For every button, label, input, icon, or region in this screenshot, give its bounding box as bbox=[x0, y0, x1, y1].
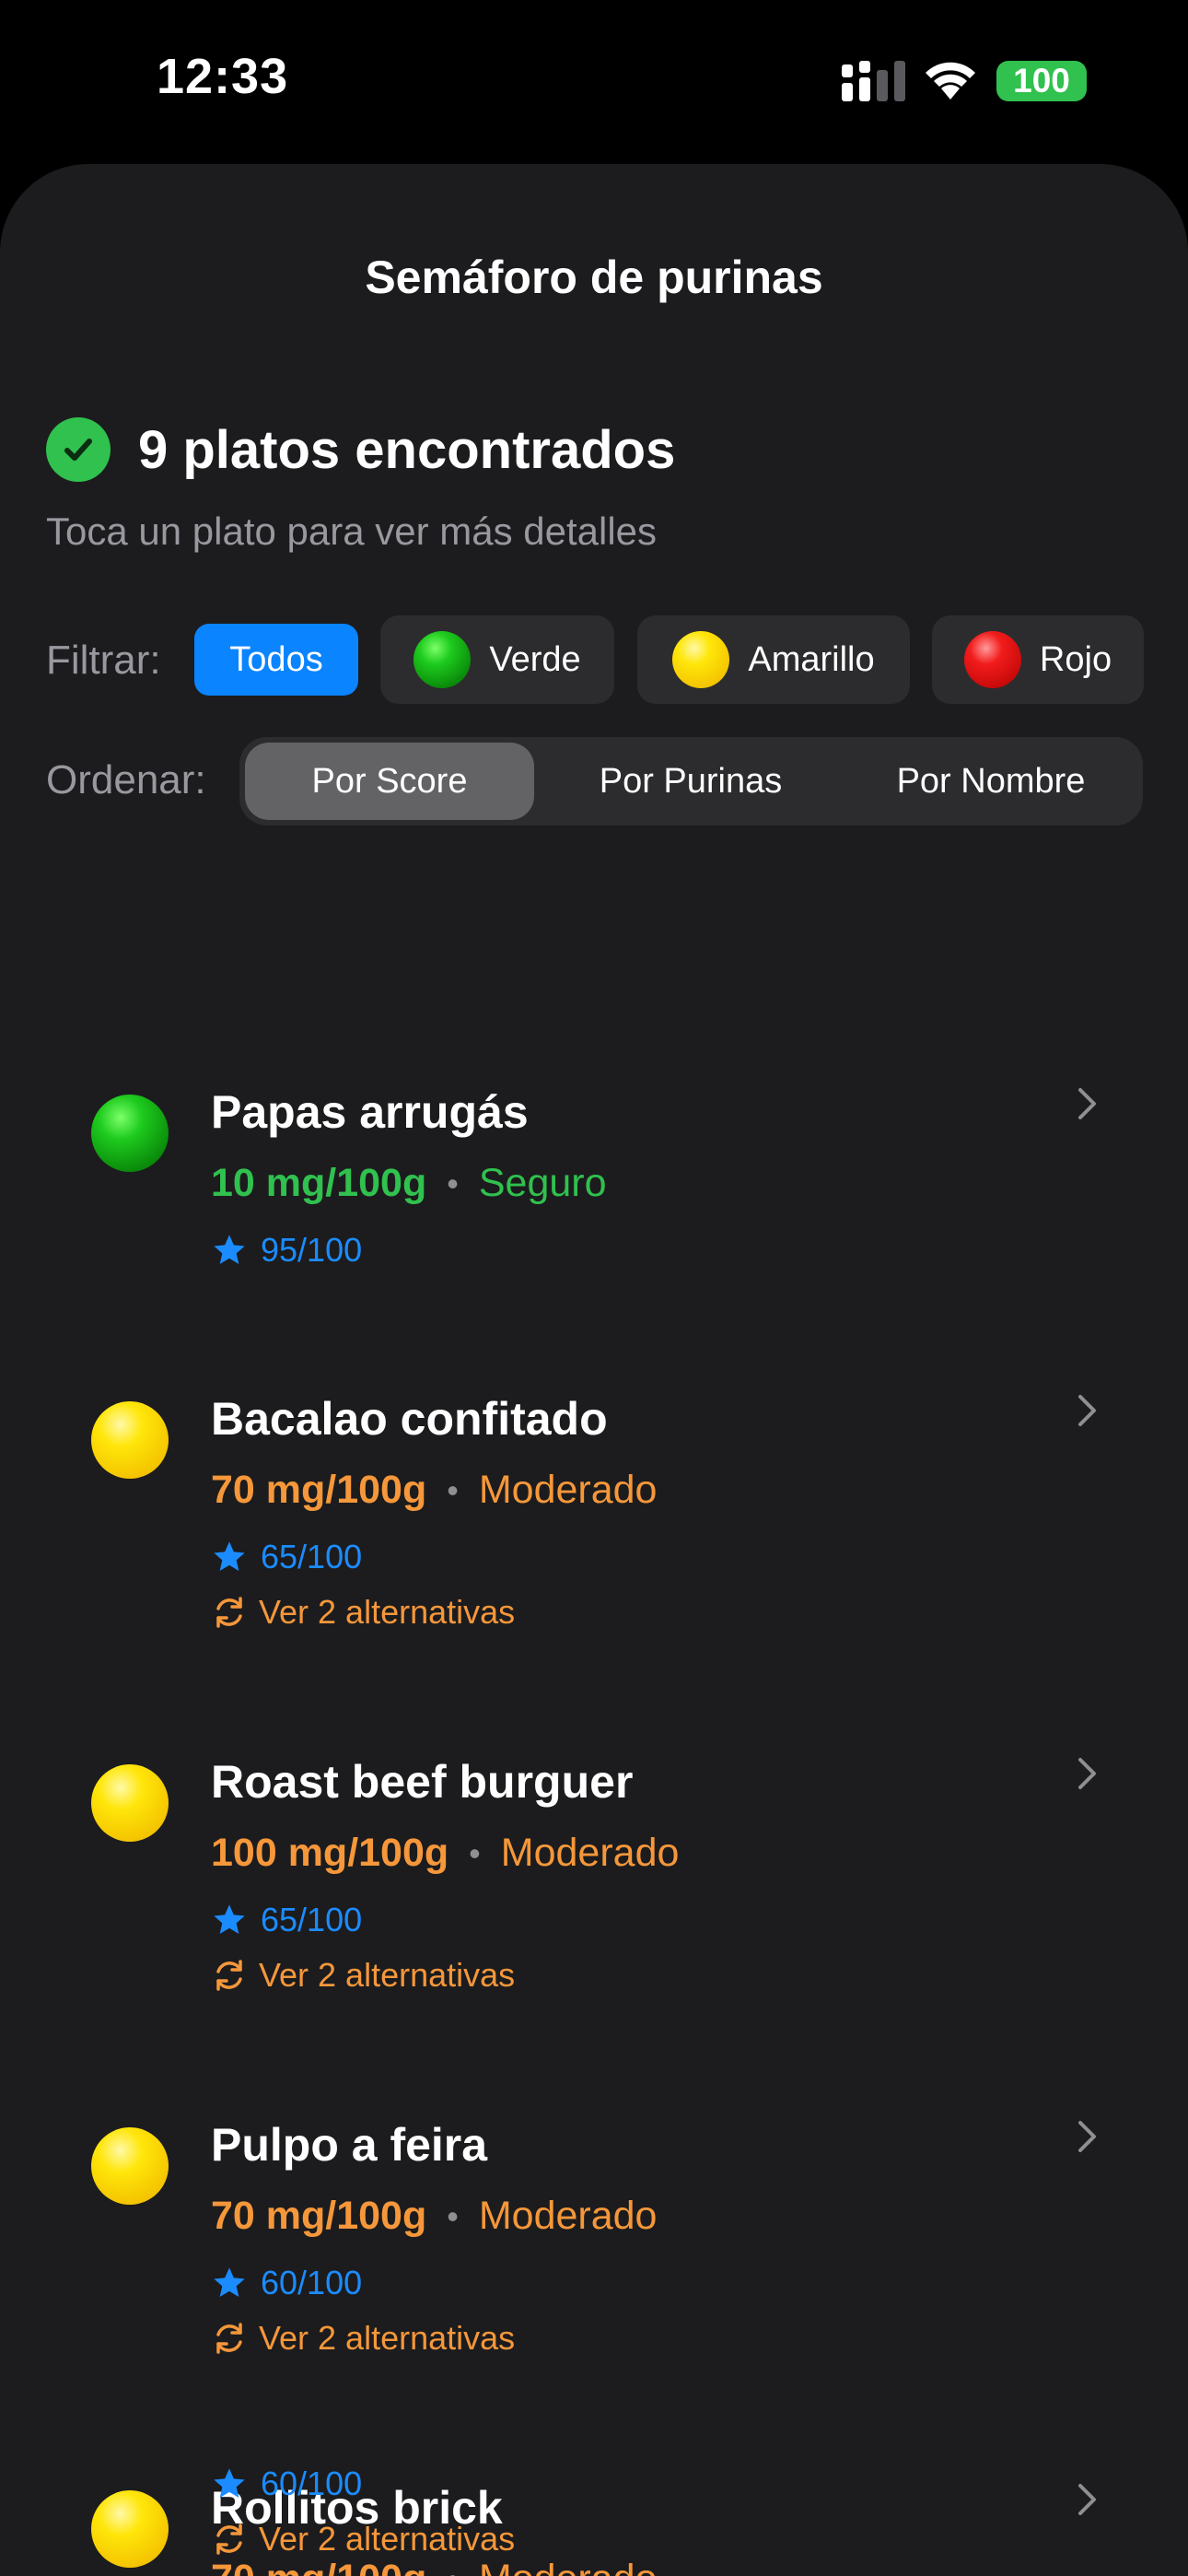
chevron-right-icon bbox=[1078, 2121, 1096, 2152]
refresh-icon bbox=[216, 2523, 242, 2555]
separator-dot: • bbox=[447, 2560, 459, 2576]
score-value: 60/100 bbox=[261, 2465, 363, 2502]
yellow-dot-icon bbox=[91, 1764, 169, 1842]
score-value: 60/100 bbox=[261, 2264, 363, 2301]
separator-dot: • bbox=[469, 1833, 481, 1872]
purine-level: Moderado bbox=[478, 2194, 658, 2238]
dish-row[interactable]: Rollitos brick 70 mg/100g • Moderado bbox=[0, 2315, 1188, 2576]
dish-score: 65/100 bbox=[211, 1901, 362, 1939]
purine-level: Moderado bbox=[500, 1831, 680, 1875]
score-value: 65/100 bbox=[261, 1538, 363, 1575]
dish-purines: 70 mg/100g • Moderado bbox=[211, 2557, 657, 2576]
star-icon bbox=[214, 2267, 245, 2297]
yellow-dot-icon bbox=[91, 1401, 169, 1479]
dish-name: Papas arrugás bbox=[211, 1086, 529, 1138]
dish-score: 60/100 bbox=[211, 2465, 362, 2503]
separator-dot: • bbox=[447, 1470, 459, 1509]
dish-row[interactable]: Roast beef burguer 100 mg/100g • Moderad… bbox=[0, 1589, 1188, 1994]
yellow-dot-icon bbox=[91, 2127, 169, 2205]
green-dot-icon bbox=[413, 631, 472, 688]
dish-row[interactable]: Pulpo a feira 70 mg/100g • Moderado 60/1… bbox=[0, 1952, 1188, 2357]
filter-chip-label: Todos bbox=[229, 639, 323, 679]
dish-row[interactable]: Papas arrugás 10 mg/100g • Seguro 95/100 bbox=[0, 919, 1188, 1269]
red-dot-icon bbox=[963, 631, 1021, 688]
chevron-right-icon bbox=[1078, 1395, 1096, 1426]
yellow-dot-icon bbox=[672, 631, 730, 688]
separator-dot: • bbox=[447, 1164, 459, 1202]
dish-score: 65/100 bbox=[211, 1538, 362, 1576]
chevron-right-icon bbox=[1078, 2484, 1096, 2515]
purine-level: Moderado bbox=[479, 2557, 658, 2576]
wifi-icon bbox=[926, 62, 975, 100]
filter-chip-label: Amarillo bbox=[748, 639, 875, 679]
purine-amount: 70 mg/100g bbox=[211, 2194, 427, 2238]
star-icon bbox=[214, 1904, 245, 1934]
separator-dot: • bbox=[447, 2196, 459, 2235]
battery-tip bbox=[1079, 74, 1086, 88]
filter-chips: Todos Verde Amarillo Rojo bbox=[0, 615, 1188, 706]
result-count: 9 platos encontrados bbox=[138, 419, 676, 480]
status-bar: 12:33 100 bbox=[0, 0, 1188, 164]
sheet-title: Semáforo de purinas bbox=[365, 252, 823, 303]
result-hint: Toca un plato para ver más detalles bbox=[46, 509, 658, 553]
dish-purines: 70 mg/100g • Moderado bbox=[211, 2194, 657, 2239]
purine-amount: 70 mg/100g bbox=[211, 2557, 426, 2576]
sort-by-purines[interactable]: Por Purinas bbox=[543, 743, 838, 820]
dish-purines: 10 mg/100g • Seguro bbox=[211, 1161, 607, 1206]
sort-by-score[interactable]: Por Score bbox=[245, 743, 534, 820]
results-sheet: Semáforo de purinas 9 platos encontrados… bbox=[0, 164, 1188, 2576]
alternatives-link[interactable]: Ver 2 alternativas bbox=[211, 2520, 515, 2558]
green-dot-icon bbox=[91, 1095, 169, 1172]
chevron-right-icon bbox=[1078, 1758, 1096, 1789]
filter-chip-verde[interactable]: Verde bbox=[380, 615, 614, 704]
purine-amount: 70 mg/100g bbox=[211, 1468, 427, 1512]
filter-chip-amarillo[interactable]: Amarillo bbox=[637, 615, 910, 704]
purine-level: Moderado bbox=[478, 1468, 658, 1512]
alternatives-label: Ver 2 alternativas bbox=[259, 2520, 516, 2558]
dish-score: 60/100 bbox=[211, 2264, 362, 2302]
sort-by-name[interactable]: Por Nombre bbox=[844, 743, 1138, 820]
dish-name: Roast beef burguer bbox=[211, 1756, 634, 1808]
dish-purines: 70 mg/100g • Moderado bbox=[211, 1468, 657, 1513]
filter-chip-label: Rojo bbox=[1039, 639, 1112, 679]
filter-chip-label: Verde bbox=[489, 639, 581, 679]
star-icon bbox=[214, 1541, 245, 1571]
chevron-right-icon bbox=[1078, 1088, 1096, 1119]
sort-label: Ordenar: bbox=[46, 757, 206, 802]
filter-chip-rojo[interactable]: Rojo bbox=[932, 615, 1144, 704]
status-time: 12:33 bbox=[157, 49, 289, 104]
purine-level: Seguro bbox=[478, 1161, 607, 1205]
cellular-signal-icon bbox=[842, 61, 905, 101]
checkmark-icon bbox=[46, 417, 111, 482]
sort-segmented-control: Por Score Por Purinas Por Nombre bbox=[239, 737, 1143, 825]
dish-row[interactable]: Bacalao confitado 70 mg/100g • Moderado … bbox=[0, 1226, 1188, 1631]
yellow-dot-icon bbox=[91, 2490, 169, 2568]
battery-indicator: 100 bbox=[996, 61, 1087, 101]
filter-chip-todos[interactable]: Todos bbox=[194, 624, 358, 696]
result-header: 9 platos encontrados bbox=[46, 417, 675, 482]
purine-amount: 10 mg/100g bbox=[211, 1161, 427, 1205]
purine-amount: 100 mg/100g bbox=[211, 1831, 449, 1875]
score-value: 65/100 bbox=[261, 1901, 363, 1938]
dish-name: Pulpo a feira bbox=[211, 2119, 488, 2171]
dish-name: Bacalao confitado bbox=[211, 1393, 608, 1445]
dish-purines: 100 mg/100g • Moderado bbox=[211, 1831, 679, 1876]
star-icon bbox=[214, 2468, 245, 2498]
